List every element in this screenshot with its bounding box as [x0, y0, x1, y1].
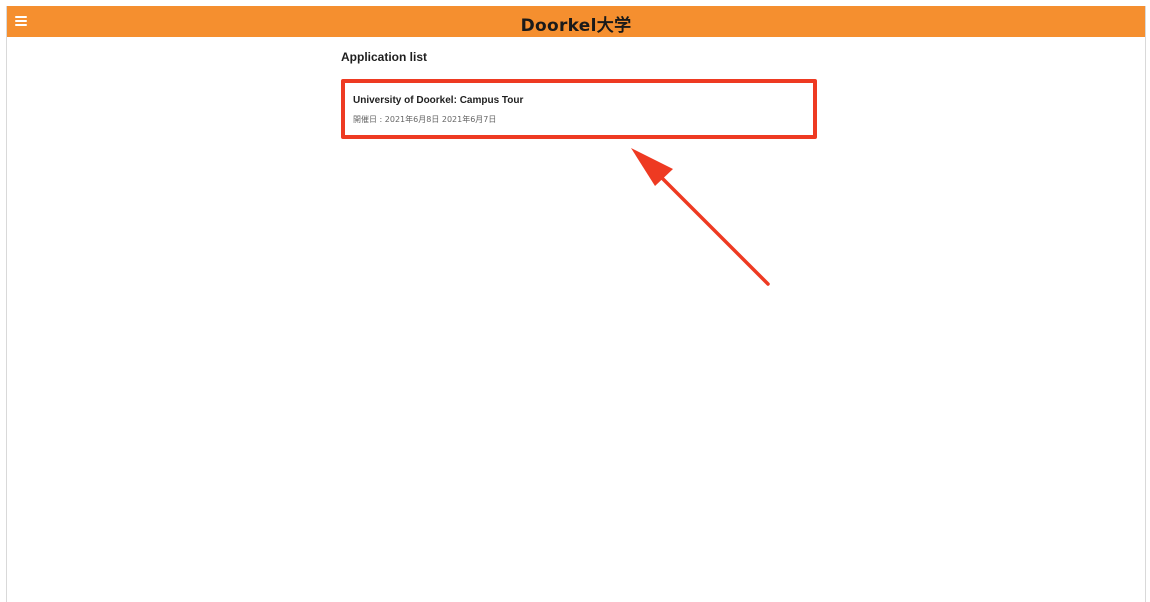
application-title: University of Doorkel: Campus Tour: [353, 95, 524, 106]
main-content: Application list University of Doorkel: …: [341, 50, 817, 139]
section-title: Application list: [341, 50, 428, 64]
application-dates: 開催日 : 2021年6月8日 2021年6月7日: [353, 115, 497, 124]
application-card[interactable]: University of Doorkel: Campus Tour 開催日 :…: [341, 79, 817, 139]
top-app-bar: Doorkel大学: [7, 6, 1145, 37]
app-title: Doorkel大学: [520, 16, 632, 36]
